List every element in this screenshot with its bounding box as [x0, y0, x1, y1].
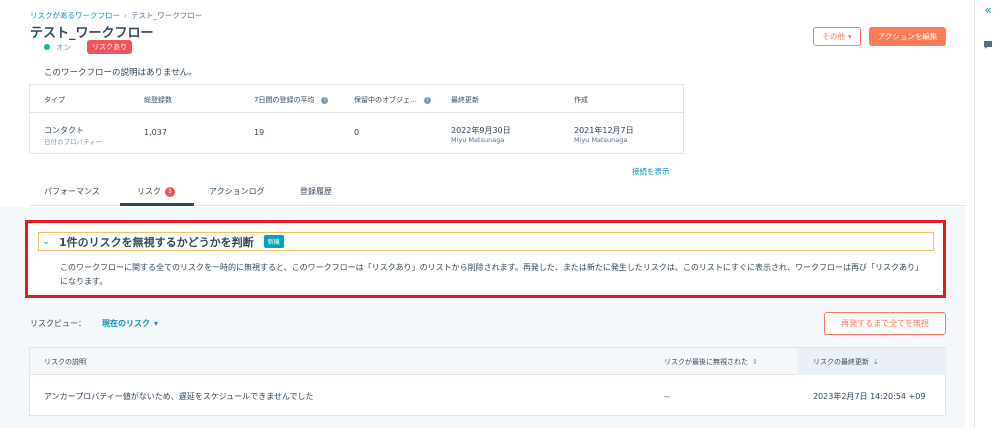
- stat-updated-label: 最終更新: [451, 96, 479, 104]
- tab-risk-label: リスク: [137, 187, 161, 196]
- info-icon[interactable]: i: [424, 96, 431, 104]
- stat-created-value: 2021年12月7日: [574, 126, 634, 135]
- risk-status-badge: リスクあり: [87, 40, 132, 54]
- tab-performance[interactable]: パフォーマンス: [44, 186, 100, 197]
- breadcrumb: リスクがあるワークフロー › テスト_ワークフロー: [30, 10, 202, 21]
- stat-type-value: コンタクト: [44, 126, 84, 135]
- status-label: オン: [56, 42, 71, 52]
- stat-type-subtext: 日付のプロパティー: [44, 138, 103, 146]
- risk-table: リスクの説明 リスクが最後に無視された ⇕ リスクの最終更新 ⇣ アンカープロパ…: [29, 347, 946, 416]
- column-header-last-ignored[interactable]: リスクが最後に無視された ⇕: [664, 348, 758, 375]
- risk-view-label: リスクビュー：: [30, 319, 86, 328]
- risk-row-last-ignored: --: [664, 391, 670, 401]
- risk-notice-body: このワークフローに関する全てのリスクを一時的に無視すると、このワークフローは「リ…: [60, 263, 920, 286]
- breadcrumb-separator: ›: [124, 11, 127, 20]
- stat-type-label: タイプ: [44, 96, 65, 104]
- stat-avg-header: 7日間の登録の平均 i: [254, 95, 329, 105]
- stat-total-value: 1,037: [144, 128, 167, 137]
- column-header-description: リスクの説明: [44, 357, 86, 366]
- new-badge: 新機: [263, 235, 284, 248]
- column-header-last-updated[interactable]: リスクの最終更新 ⇣: [797, 348, 946, 375]
- risk-view-filter: リスクビュー： 現在のリスク ▾: [30, 318, 158, 329]
- ignore-all-until-recurrence-button[interactable]: 再発するまで全てを無視: [824, 312, 946, 335]
- stat-pending-label: 保留中のオブジェ…: [354, 96, 417, 104]
- caret-down-icon: ▾: [847, 32, 852, 41]
- stat-updated-value: 2022年9月30日: [451, 126, 511, 135]
- stat-avg-value: 19: [254, 128, 265, 137]
- edit-actions-button[interactable]: アクションを編集: [869, 27, 946, 46]
- chat-comment-icon[interactable]: [981, 38, 995, 52]
- status-row: オン リスクあり: [44, 40, 132, 54]
- workflow-tabs: パフォーマンス リスク 1 アクションログ 登録履歴: [30, 180, 966, 206]
- collapse-sidebar-icon[interactable]: «: [981, 3, 995, 17]
- workflow-description: このワークフローの説明はありません。: [44, 68, 197, 78]
- breadcrumb-current: テスト_ワークフロー: [131, 11, 203, 20]
- stat-avg-label: 7日間の登録の平均: [254, 96, 315, 104]
- chevron-down-icon[interactable]: ⌄: [41, 237, 51, 247]
- stat-created-label: 作成: [574, 96, 588, 104]
- column-header-last-ignored-label: リスクが最後に無視された: [664, 357, 748, 366]
- tab-action-log[interactable]: アクションログ: [209, 186, 265, 197]
- stat-updated-by: Miyu Matsunaga: [451, 136, 505, 144]
- tab-risk[interactable]: リスク 1: [137, 186, 175, 197]
- stat-total-label: 総登録数: [144, 96, 172, 104]
- risk-notice-header[interactable]: ⌄ 1件のリスクを無視するかどうかを判断 新機: [38, 232, 934, 251]
- right-sidebar-rail: «: [974, 0, 1000, 428]
- show-connections-link[interactable]: 接続を表示: [632, 166, 670, 177]
- page-title: テスト_ワークフロー: [30, 26, 154, 41]
- sort-icon[interactable]: ⇕: [752, 358, 758, 366]
- info-icon[interactable]: i: [321, 96, 329, 104]
- header-actions: その他 ▾ アクションを編集: [813, 27, 946, 46]
- risk-view-dropdown[interactable]: 現在のリスク ▾: [102, 318, 158, 329]
- risk-row-description: アンカープロパティー値がないため、遅延をスケジュールできませんでした: [44, 391, 314, 401]
- stat-pending-header: 保留中のオブジェ… i: [354, 95, 431, 105]
- risk-notice-panel: ⌄ 1件のリスクを無視するかどうかを判断 新機 このワークフローに関する全てのリ…: [25, 220, 946, 298]
- sort-descending-icon[interactable]: ⇣: [873, 358, 879, 366]
- risk-row-last-updated: 2023年2月7日 14:20:54 +09: [813, 391, 926, 401]
- workflow-stats-panel: タイプ コンタクト 日付のプロパティー 総登録数 1,037 7日間の登録の平均…: [29, 84, 684, 154]
- column-header-last-updated-label: リスクの最終更新: [813, 357, 869, 366]
- workflow-page: リスクがあるワークフロー › テスト_ワークフロー テスト_ワークフロー オン …: [0, 0, 966, 428]
- status-dot-icon: [44, 44, 50, 50]
- active-tab-indicator: [120, 203, 194, 206]
- risk-view-value: 現在のリスク: [102, 319, 150, 328]
- stat-pending-value: 0: [354, 128, 360, 137]
- breadcrumb-parent-link[interactable]: リスクがあるワークフロー: [30, 10, 120, 21]
- tab-risk-count-badge: 1: [165, 186, 175, 197]
- other-actions-label: その他: [822, 32, 845, 41]
- caret-down-icon: ▾: [154, 319, 159, 328]
- stat-created-by: Miyu Matsunaga: [574, 136, 628, 144]
- other-actions-button[interactable]: その他 ▾: [813, 27, 861, 46]
- tab-enrollment-history[interactable]: 登録履歴: [300, 186, 332, 197]
- risk-notice-title: 1件のリスクを無視するかどうかを判断: [59, 235, 254, 249]
